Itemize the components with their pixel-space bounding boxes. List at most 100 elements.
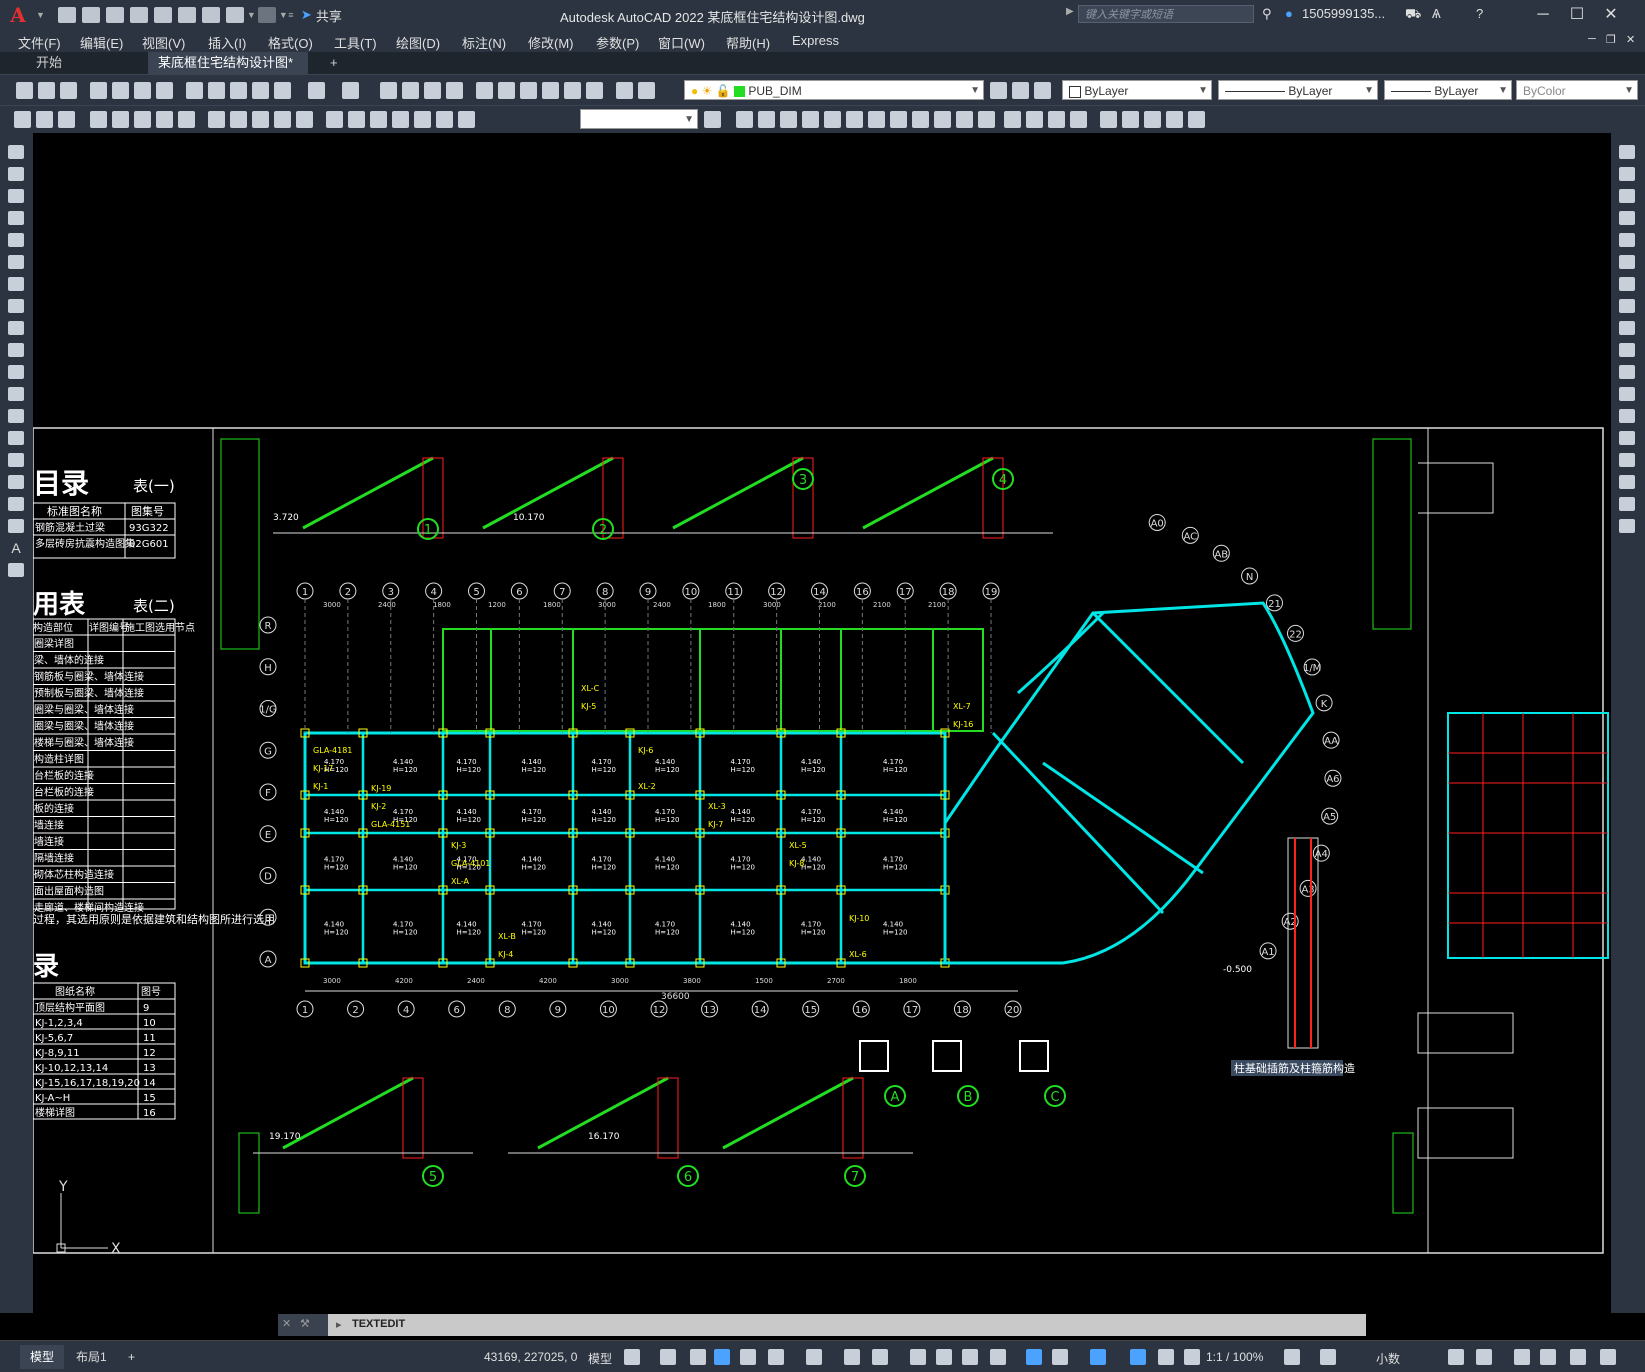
menu-help[interactable]: 帮助(H) (726, 33, 770, 52)
fillet-icon[interactable] (1048, 111, 1065, 128)
revcloud-icon[interactable] (8, 299, 24, 313)
menu-view[interactable]: 视图(V) (142, 33, 185, 52)
search-arrow-icon[interactable]: ▶ (1066, 6, 1074, 17)
autodesk-a360-icon[interactable]: Ѧ (1432, 6, 1441, 21)
ortho-icon[interactable] (740, 1349, 756, 1365)
chamfer-icon[interactable] (1619, 453, 1635, 467)
undo-icon[interactable] (308, 82, 325, 99)
selection-cycling-icon[interactable] (962, 1349, 978, 1365)
break-icon[interactable] (1619, 409, 1635, 423)
user-icon[interactable]: ● (1285, 6, 1293, 21)
wrench-icon[interactable]: ⚒ (300, 1317, 310, 1330)
add-selected-icon[interactable] (8, 563, 24, 577)
dim-linear-icon[interactable] (14, 111, 31, 128)
workspace-gear-icon[interactable] (1284, 1349, 1300, 1365)
dim-text-edit-icon[interactable] (436, 111, 453, 128)
menu-modify[interactable]: 修改(M) (528, 33, 574, 52)
annotation-scale-icon[interactable] (1184, 1349, 1200, 1365)
open-file-icon[interactable] (81, 7, 100, 23)
layer-previous-icon[interactable] (1012, 82, 1029, 99)
preview-icon[interactable] (112, 82, 129, 99)
autoscale-icon[interactable] (1158, 1349, 1174, 1365)
copy-object-icon[interactable] (758, 111, 775, 128)
erase-icon[interactable] (1619, 145, 1635, 159)
ellipse-icon[interactable] (8, 343, 24, 357)
join-icon[interactable] (1619, 431, 1635, 445)
scale-icon[interactable] (890, 111, 907, 128)
trim-icon[interactable] (1619, 343, 1635, 357)
explode-icon[interactable] (1619, 519, 1635, 533)
mirror-icon[interactable] (1619, 189, 1635, 203)
matchprop-icon[interactable] (252, 82, 269, 99)
save-web-icon[interactable] (177, 7, 196, 23)
properties-icon[interactable] (476, 82, 493, 99)
save-as-icon[interactable] (129, 7, 148, 23)
dim-edit-icon[interactable] (414, 111, 431, 128)
transparency-icon[interactable] (936, 1349, 952, 1365)
menu-draw[interactable]: 绘图(D) (396, 33, 440, 52)
scale-icon[interactable] (1619, 299, 1635, 313)
tool-palettes-icon[interactable] (520, 82, 537, 99)
dim-ordinate-icon[interactable] (90, 111, 107, 128)
make-block-icon[interactable] (8, 409, 24, 423)
mtext-icon[interactable]: A (8, 541, 24, 555)
insert-block-icon[interactable] (8, 387, 24, 401)
hatch-back-icon[interactable] (1188, 111, 1205, 128)
help-icon[interactable] (616, 82, 633, 99)
menu-parametric[interactable]: 参数(P) (596, 33, 639, 52)
blend-icon[interactable] (1619, 497, 1635, 511)
line-icon[interactable] (8, 145, 24, 159)
redo-dropdown-icon[interactable]: ▼ (279, 10, 288, 20)
calculator-icon[interactable] (586, 82, 603, 99)
ellipse-arc-icon[interactable] (8, 365, 24, 379)
menu-tools[interactable]: 工具(T) (334, 33, 377, 52)
command-line[interactable]: ✕ ⚒ ▸ TEXTEDIT (278, 1314, 1366, 1336)
extend-icon[interactable] (956, 111, 973, 128)
osnap-tracking-icon[interactable] (844, 1349, 860, 1365)
zoom-window-icon[interactable] (424, 82, 441, 99)
trim-icon[interactable] (934, 111, 951, 128)
redo-icon[interactable] (342, 82, 359, 99)
linetype-dropdown[interactable]: ByLayer ▼ (1218, 80, 1378, 100)
3dprint-icon[interactable] (156, 82, 173, 99)
rectangle-icon[interactable] (8, 233, 24, 247)
layer-state-icon[interactable] (1034, 82, 1051, 99)
erase-icon[interactable] (736, 111, 753, 128)
polygon-icon[interactable] (8, 211, 24, 225)
pan-icon[interactable] (380, 82, 397, 99)
dim-style-icon[interactable] (704, 111, 721, 128)
help-icon[interactable]: ? (1476, 6, 1483, 21)
tab-layout1[interactable]: 布局1 (66, 1345, 117, 1369)
mirror-icon[interactable] (780, 111, 797, 128)
new-tab-button[interactable]: + (320, 52, 348, 74)
qnew-icon[interactable] (16, 82, 33, 99)
point-icon[interactable] (8, 431, 24, 445)
break-at-point-icon[interactable] (1619, 387, 1635, 401)
gradient-icon[interactable] (8, 475, 24, 489)
circle-icon[interactable] (8, 277, 24, 291)
search-input[interactable]: 键入关键字或短语 (1078, 5, 1254, 23)
jogged-linear-icon[interactable] (392, 111, 409, 128)
menu-edit[interactable]: 编辑(E) (80, 33, 123, 52)
qdim-icon[interactable] (208, 111, 225, 128)
grid-icon[interactable] (624, 1349, 640, 1365)
center-mark-icon[interactable] (348, 111, 365, 128)
paste-icon[interactable] (230, 82, 247, 99)
dim-baseline-icon[interactable] (230, 111, 247, 128)
zoom-realtime-icon[interactable] (402, 82, 419, 99)
plot-icon[interactable] (201, 7, 220, 23)
lineweight-dropdown[interactable]: ByLayer ▼ (1384, 80, 1512, 100)
share-button[interactable]: 共享 (316, 6, 342, 25)
plotstyle-dropdown[interactable]: ByColor ▼ (1516, 80, 1638, 100)
open-web-icon[interactable] (153, 7, 172, 23)
doc-minimize-icon[interactable]: ─ (1588, 33, 1596, 45)
publish-icon[interactable] (134, 82, 151, 99)
menu-file[interactable]: 文件(F) (18, 33, 61, 52)
save-icon[interactable] (105, 7, 124, 23)
add-layout-button[interactable]: + (118, 1345, 145, 1369)
autocad-logo-icon[interactable]: A (0, 0, 36, 30)
doc-restore-icon[interactable]: ❐ (1606, 33, 1616, 46)
dim-style-dropdown[interactable]: ▼ (580, 109, 698, 129)
user-name[interactable]: 1505999135... (1302, 6, 1385, 21)
open-icon[interactable] (38, 82, 55, 99)
